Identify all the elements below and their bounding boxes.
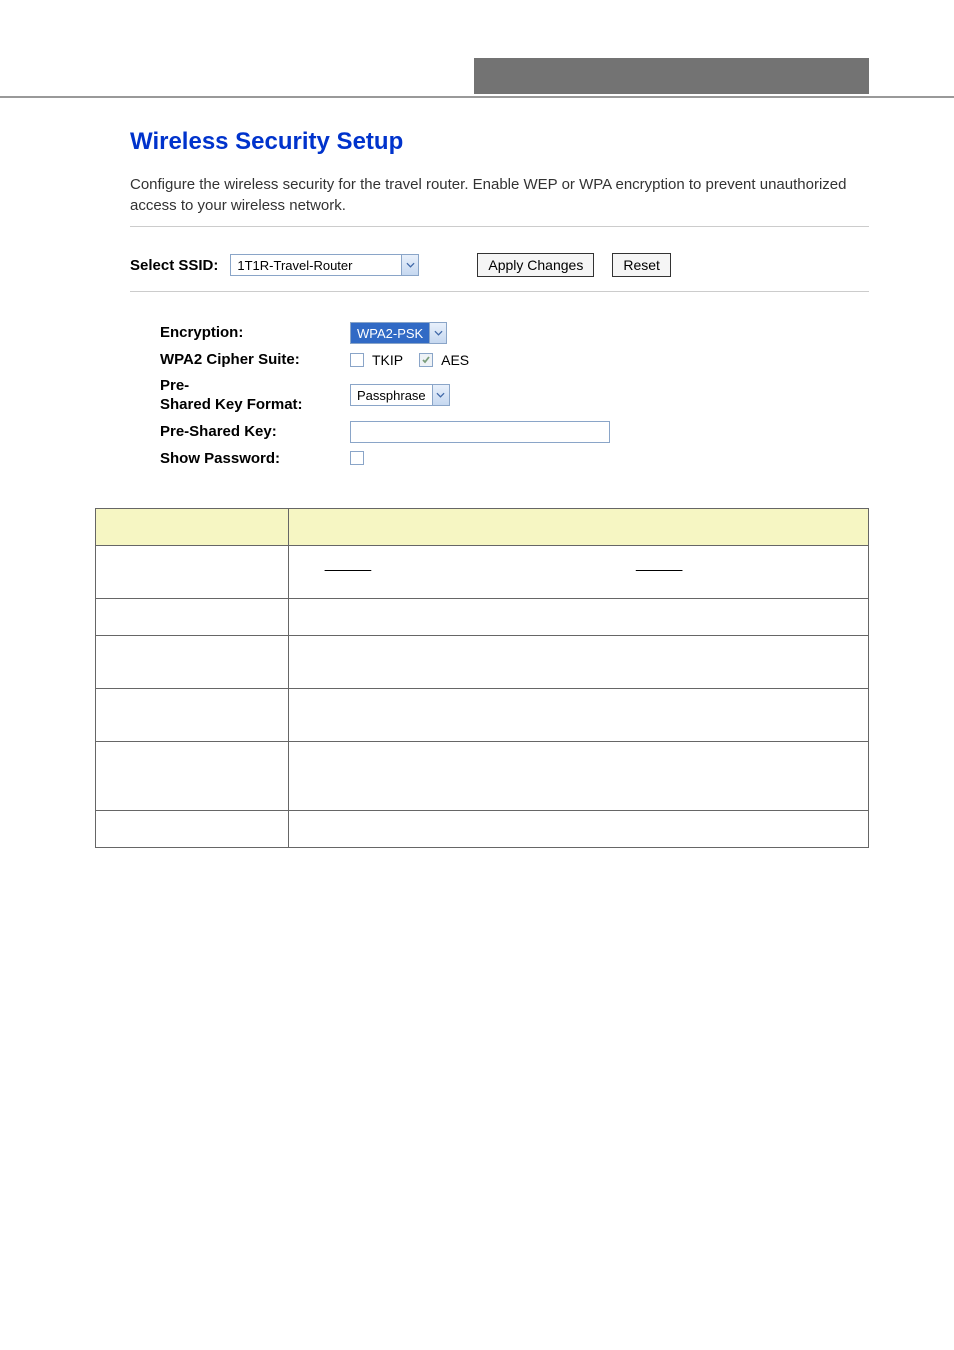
select-ssid-label: Select SSID:: [130, 257, 218, 274]
key-format-select[interactable]: Passphrase: [350, 384, 450, 406]
header-bar: [0, 58, 954, 98]
show-password-label: Show Password:: [160, 449, 350, 469]
table-row: [96, 546, 869, 599]
apply-changes-button[interactable]: Apply Changes: [477, 253, 594, 277]
key-format-label: Pre-Shared Key Format:: [160, 376, 350, 415]
page-description: Configure the wireless security for the …: [130, 174, 869, 227]
chevron-down-icon: [432, 385, 449, 405]
description-table: [95, 508, 869, 848]
table-row: [96, 689, 869, 742]
chevron-down-icon: [429, 323, 446, 343]
ssid-row: Select SSID: 1T1R-Travel-Router Apply Ch…: [130, 235, 869, 292]
reset-button[interactable]: Reset: [612, 253, 671, 277]
tkip-label: TKIP: [372, 352, 403, 368]
encryption-label: Encryption:: [160, 323, 350, 343]
psk-label: Pre-Shared Key:: [160, 422, 350, 442]
psk-input[interactable]: [350, 421, 610, 443]
key-format-select-value: Passphrase: [351, 385, 432, 405]
table-row: [96, 599, 869, 636]
cipher-suite-label: WPA2 Cipher Suite:: [160, 350, 350, 370]
encryption-select-value: WPA2-PSK: [351, 323, 429, 343]
page-title: Wireless Security Setup: [130, 128, 869, 156]
aes-label: AES: [441, 352, 469, 368]
table-row: [96, 811, 869, 848]
encryption-select[interactable]: WPA2-PSK: [350, 322, 447, 344]
ssid-select-value: 1T1R-Travel-Router: [231, 255, 401, 275]
header-gray-block: [474, 58, 869, 94]
table-row: [96, 742, 869, 811]
tkip-checkbox[interactable]: [350, 353, 364, 367]
table-row: [96, 636, 869, 689]
ssid-select[interactable]: 1T1R-Travel-Router: [230, 254, 419, 276]
chevron-down-icon: [401, 255, 418, 275]
table-header-cell: [96, 509, 289, 546]
show-password-checkbox[interactable]: [350, 451, 364, 465]
aes-checkbox[interactable]: [419, 353, 433, 367]
table-header-cell: [289, 509, 869, 546]
